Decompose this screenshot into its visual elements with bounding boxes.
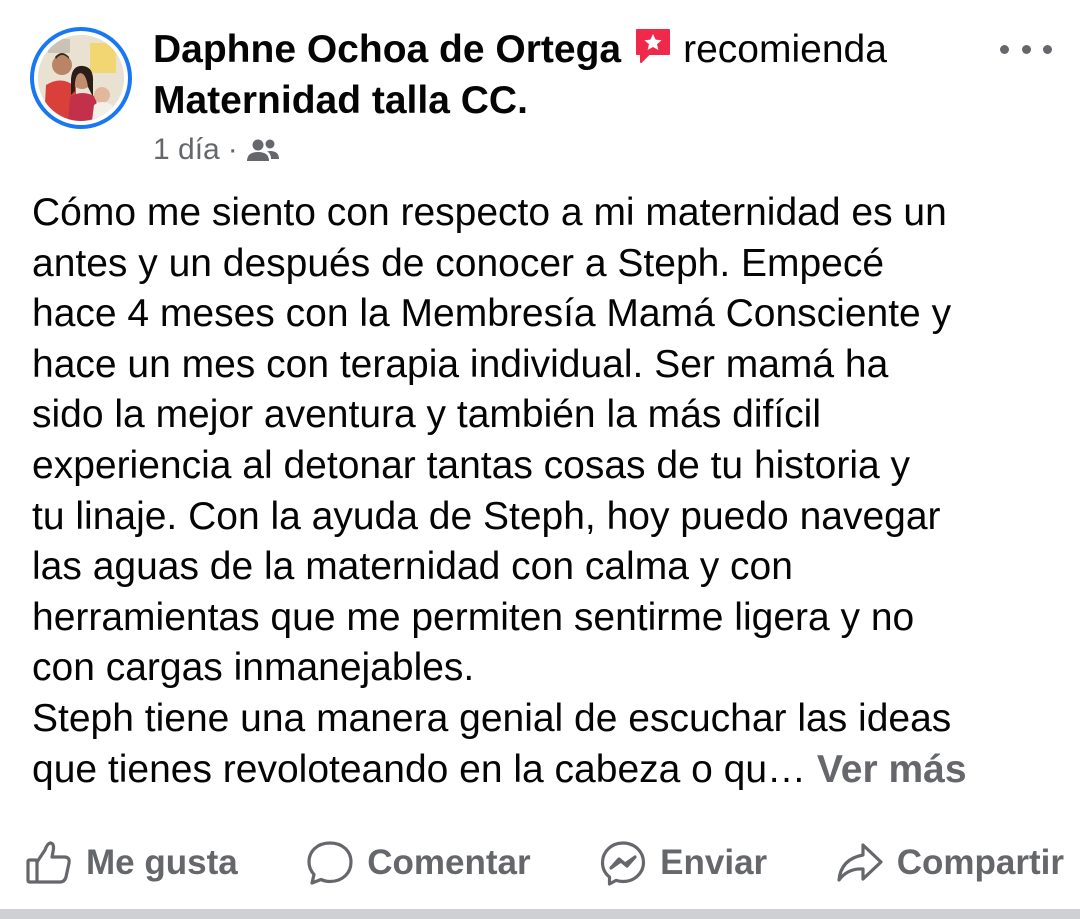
more-dot-icon [1021, 44, 1031, 54]
post-text-line: sido la mejor aventura y también la más … [32, 393, 822, 437]
more-options-button[interactable] [1000, 34, 1052, 64]
post-text-line: hace 4 meses con la Membresía Mamá Consc… [32, 292, 952, 336]
more-dot-icon [1000, 44, 1009, 54]
share-arrow-icon [837, 843, 883, 882]
share-label: Compartir [896, 843, 1064, 882]
see-more-link[interactable]: Ver más [817, 748, 967, 791]
meta-separator: · [227, 133, 238, 166]
post-text-line: las aguas de la maternidad con calma y c… [32, 545, 793, 589]
post-header-line: Daphne Ochoa de Ortega recomienda [153, 26, 887, 73]
section-divider [0, 909, 1080, 919]
post-text-line-last: que tienes revoloteando en la cabeza o q… [32, 745, 1062, 796]
post-text-line: que tienes revoloteando en la cabeza o q… [32, 747, 807, 791]
comment-button[interactable]: Comentar [305, 838, 531, 888]
post-body-text: Cómo me siento con respecto a mi materni… [32, 188, 1062, 795]
recommended-page-name[interactable]: Maternidad talla CC. [153, 78, 528, 124]
like-label: Me gusta [86, 843, 238, 882]
post-text-line: Cómo me siento con respecto a mi materni… [32, 191, 947, 234]
profile-photo [38, 35, 124, 121]
thumbs-up-icon [26, 841, 71, 884]
recommend-verb: recomienda [683, 28, 887, 71]
post-text-line: antes y un después de conocer a Steph. E… [32, 241, 885, 285]
friends-icon[interactable] [246, 137, 280, 163]
post-text-line: con cargas inmanejables. [32, 646, 475, 690]
send-button[interactable]: Enviar [598, 838, 767, 888]
messenger-icon [601, 841, 646, 886]
post-text-line: herramientas que me permiten sentirme li… [32, 595, 915, 639]
post-text-line: Steph tiene una manera genial de escucha… [32, 696, 952, 740]
post-meta: 1 día · [153, 130, 280, 170]
post-text-line: tu linaje. Con la ayuda de Steph, hoy pu… [32, 494, 941, 538]
post-action-bar: Me gusta Comentar Enviar Compartir [24, 833, 1064, 893]
post-text-line: experiencia al detonar tantas cosas de t… [32, 443, 911, 487]
facebook-post: Daphne Ochoa de Ortega recomienda Matern… [0, 0, 1080, 919]
comment-label: Comentar [367, 843, 531, 882]
recommendation-star-icon [636, 29, 671, 63]
share-button[interactable]: Compartir [835, 838, 1064, 888]
more-dot-icon [1043, 44, 1052, 54]
post-text-line: hace un mes con terapia individual. Ser … [32, 342, 889, 386]
avatar[interactable] [30, 27, 132, 129]
post-timestamp[interactable]: 1 día [153, 130, 220, 170]
send-label: Enviar [660, 843, 768, 882]
like-button[interactable]: Me gusta [24, 838, 238, 888]
author-name[interactable]: Daphne Ochoa de Ortega [153, 28, 621, 71]
comment-bubble-icon [307, 841, 353, 885]
